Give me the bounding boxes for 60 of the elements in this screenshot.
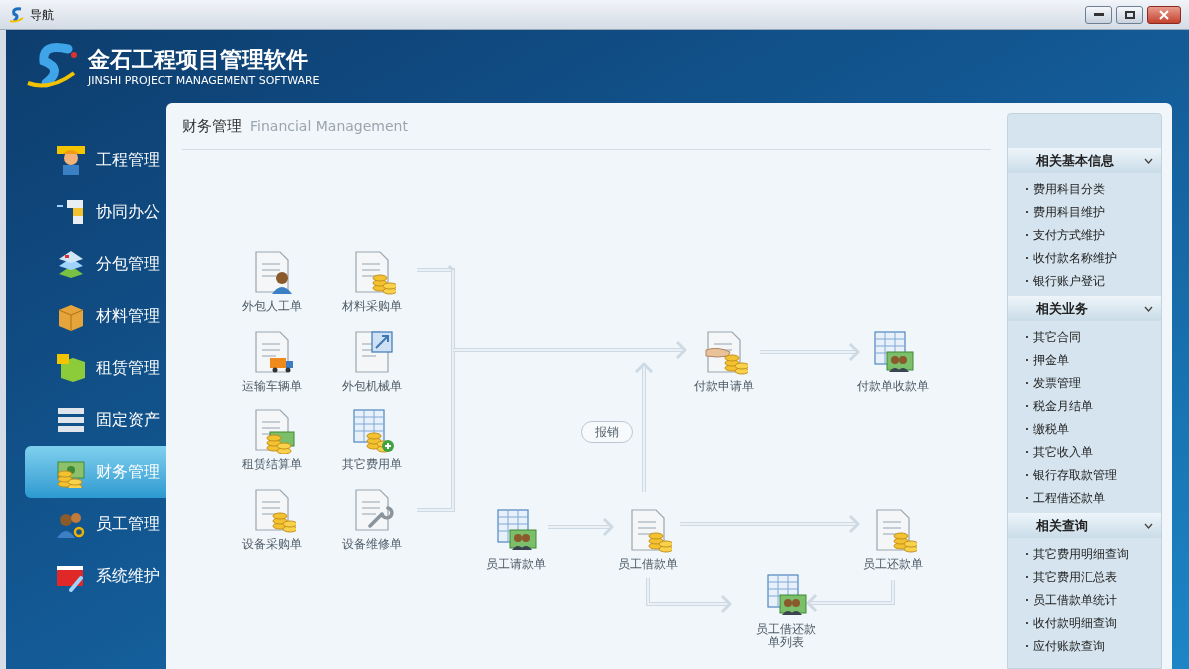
product-title: 金石工程项目管理软件 bbox=[88, 45, 309, 74]
related-link[interactable]: 税金月结单 bbox=[1008, 394, 1161, 417]
flow-node[interactable]: 运输车辆单 bbox=[230, 328, 314, 393]
related-link[interactable]: 收付款名称维护 bbox=[1008, 246, 1161, 269]
section-header[interactable]: 相关基本信息 bbox=[1008, 148, 1161, 173]
flow-node[interactable]: 员工借还款单列表 bbox=[754, 571, 818, 649]
minimize-button[interactable] bbox=[1085, 5, 1112, 24]
flow-node[interactable]: 员工还款单 bbox=[851, 506, 935, 571]
close-button[interactable] bbox=[1147, 5, 1181, 24]
sidebar-item[interactable]: 协同办公 bbox=[25, 186, 166, 238]
flow-node[interactable]: 外包机械单 bbox=[330, 328, 414, 393]
sidebar-item[interactable]: 员工管理 bbox=[25, 498, 166, 550]
sidebar-item[interactable]: 租赁管理 bbox=[25, 342, 166, 394]
app-logo-icon bbox=[8, 5, 26, 24]
related-link[interactable]: 应付账款查询 bbox=[1008, 634, 1161, 657]
sidebar-item[interactable]: 分包管理 bbox=[25, 238, 166, 290]
sidebar-item[interactable]: 材料管理 bbox=[25, 290, 166, 342]
flow-node[interactable]: 租赁结算单 bbox=[230, 406, 314, 471]
section-header[interactable]: 相关业务 bbox=[1008, 296, 1161, 321]
related-link[interactable]: 支付方式维护 bbox=[1008, 223, 1161, 246]
related-link[interactable]: 银行账户登记 bbox=[1008, 269, 1161, 292]
reimbursement-tag: 报销 bbox=[581, 421, 633, 443]
worker-icon bbox=[55, 144, 87, 176]
chevron-icon bbox=[1144, 522, 1153, 529]
window-title: 导航 bbox=[30, 6, 54, 24]
related-link[interactable]: 费用科目维护 bbox=[1008, 200, 1161, 223]
product-subtitle: JINSHI PROJECT MANAGEMENT SOFTWARE bbox=[88, 73, 320, 88]
flow-node[interactable]: 员工借款单 bbox=[606, 506, 690, 571]
related-link[interactable]: 银行存取款管理 bbox=[1008, 463, 1161, 486]
related-link[interactable]: 员工借款单统计 bbox=[1008, 588, 1161, 611]
flow-node[interactable]: 外包人工单 bbox=[230, 248, 314, 313]
page-title: 财务管理 bbox=[182, 115, 242, 137]
related-link[interactable]: 其它费用汇总表 bbox=[1008, 565, 1161, 588]
sidebar-item[interactable]: 工程管理 bbox=[25, 134, 166, 186]
related-link[interactable]: 其它收入单 bbox=[1008, 440, 1161, 463]
section-header[interactable]: 相关查询 bbox=[1008, 513, 1161, 538]
related-link[interactable]: 押金单 bbox=[1008, 348, 1161, 371]
related-link[interactable]: 其它合同 bbox=[1008, 325, 1161, 348]
related-link[interactable]: 缴税单 bbox=[1008, 417, 1161, 440]
related-link[interactable]: 费用科目分类 bbox=[1008, 177, 1161, 200]
related-link[interactable]: 工程借还款单 bbox=[1008, 486, 1161, 509]
maximize-button[interactable] bbox=[1116, 5, 1143, 24]
flow-node[interactable]: 材料采购单 bbox=[330, 248, 414, 313]
sidebar-item[interactable]: 系统维护 bbox=[25, 550, 166, 602]
related-link[interactable]: 发票管理 bbox=[1008, 371, 1161, 394]
flow-node[interactable]: 付款单收款单 bbox=[847, 328, 939, 393]
related-link[interactable]: 收付款明细查询 bbox=[1008, 611, 1161, 634]
flow-node[interactable]: 设备维修单 bbox=[330, 486, 414, 551]
close-icon bbox=[1159, 9, 1169, 20]
flow-node[interactable]: 付款申请单 bbox=[682, 328, 766, 393]
sidebar-item[interactable]: 固定资产 bbox=[25, 394, 166, 446]
related-link[interactable]: 其它费用明细查询 bbox=[1008, 542, 1161, 565]
chevron-icon bbox=[1144, 157, 1153, 164]
flow-node[interactable]: 设备采购单 bbox=[230, 486, 314, 551]
chevron-icon bbox=[1144, 305, 1153, 312]
page-subtitle: Financial Management bbox=[250, 116, 408, 136]
flow-node[interactable]: 其它费用单 bbox=[330, 406, 414, 471]
flow-node[interactable]: 员工请款单 bbox=[474, 506, 558, 571]
cube-icon bbox=[55, 352, 87, 384]
connector-arrow bbox=[547, 517, 614, 537]
